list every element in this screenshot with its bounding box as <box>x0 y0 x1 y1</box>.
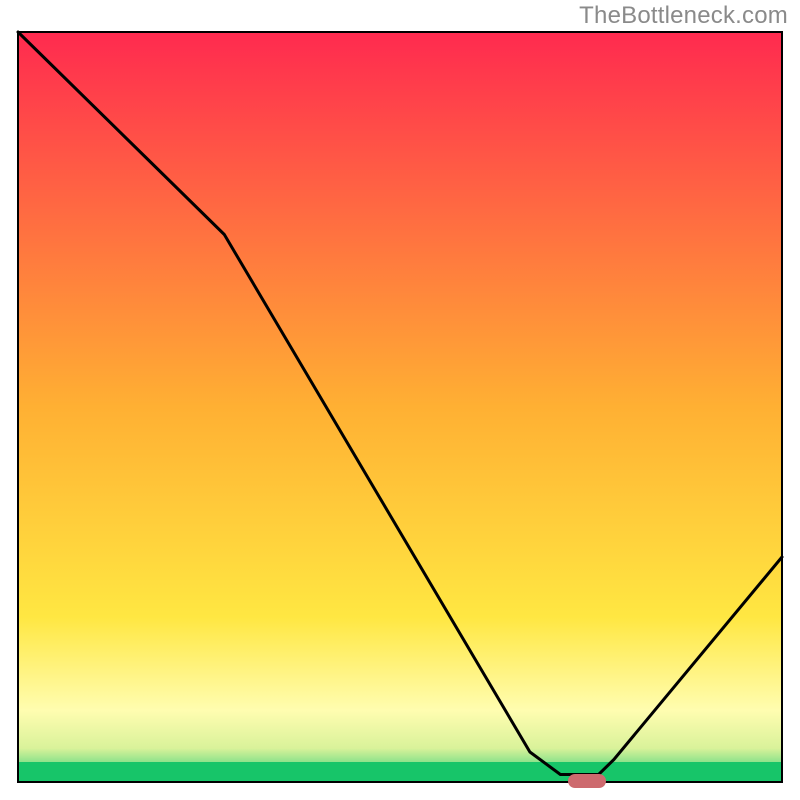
optimal-marker <box>568 774 606 788</box>
green-band <box>18 762 782 782</box>
bottleneck-chart <box>0 0 800 800</box>
chart-container: TheBottleneck.com <box>0 0 800 800</box>
watermark-text: TheBottleneck.com <box>579 2 788 30</box>
